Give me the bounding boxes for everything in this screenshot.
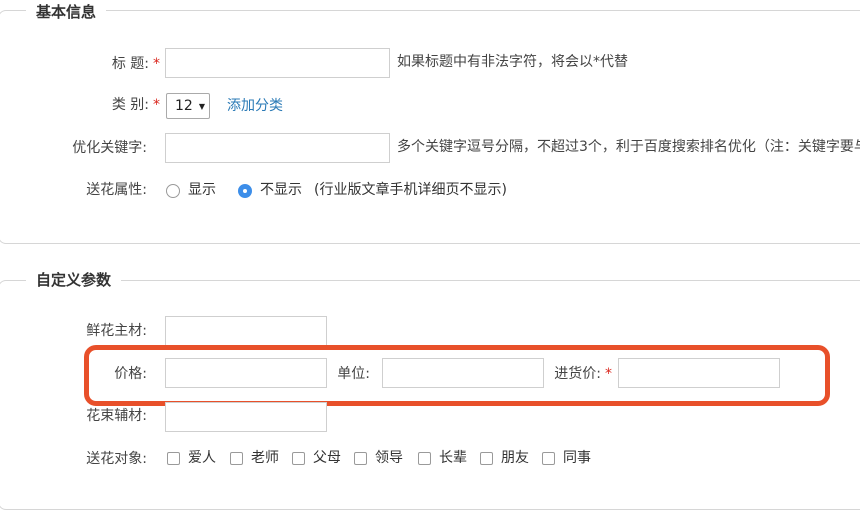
checkbox-friend[interactable] [480, 452, 493, 465]
title-label: 标 题: * [111, 56, 160, 72]
chevron-down-icon: ▼ [198, 101, 206, 111]
keywords-hint: 多个关键字逗号分隔，不超过3个，利于百度搜索排名优化（注：关键字要与 [397, 139, 860, 155]
basic-info-legend: 基本信息 [26, 2, 107, 22]
aux-material-input[interactable] [165, 402, 327, 432]
unit-input[interactable] [382, 358, 544, 388]
category-label: 类 别: * [111, 97, 160, 113]
checkbox-parents-label: 父母 [313, 450, 341, 466]
unit-label: 单位: [337, 366, 370, 382]
price-input[interactable] [165, 358, 327, 388]
radio-hide[interactable] [238, 184, 252, 198]
title-input[interactable] [165, 48, 390, 78]
checkbox-colleague[interactable] [542, 452, 555, 465]
basic-info-fieldset [0, 10, 860, 244]
checkbox-elder[interactable] [418, 452, 431, 465]
aux-material-label: 花束辅材: [86, 408, 147, 424]
recipient-label: 送花对象: [86, 451, 147, 467]
required-mark: * [153, 56, 160, 72]
checkbox-parents[interactable] [292, 452, 305, 465]
main-flower-input[interactable] [165, 316, 327, 346]
checkbox-teacher[interactable] [230, 452, 243, 465]
checkbox-leader[interactable] [354, 452, 367, 465]
checkbox-lover-label: 爱人 [188, 450, 216, 466]
flower-attr-note: (行业版文章手机详细页不显示) [314, 182, 507, 198]
add-category-link[interactable]: 添加分类 [227, 96, 283, 116]
purchase-price-label: 进货价: * [554, 366, 612, 382]
title-hint: 如果标题中有非法字符，将会以*代替 [397, 54, 628, 70]
checkbox-leader-label: 领导 [375, 450, 403, 466]
category-select-value: 12 [175, 98, 193, 114]
custom-params-legend: 自定义参数 [26, 270, 122, 290]
price-label: 价格: [114, 366, 147, 382]
checkbox-colleague-label: 同事 [563, 450, 591, 466]
required-mark: * [605, 366, 612, 382]
radio-hide-label: 不显示 [260, 182, 302, 198]
required-mark: * [153, 97, 160, 113]
radio-show[interactable] [166, 184, 180, 198]
checkbox-elder-label: 长辈 [439, 450, 467, 466]
checkbox-friend-label: 朋友 [501, 450, 529, 466]
keywords-input[interactable] [165, 133, 390, 163]
keywords-label: 优化关键字: [72, 140, 147, 156]
flower-attr-label: 送花属性: [86, 182, 147, 198]
main-flower-label: 鲜花主材: [86, 323, 147, 339]
radio-show-label: 显示 [188, 182, 216, 198]
checkbox-lover[interactable] [167, 452, 180, 465]
checkbox-teacher-label: 老师 [251, 450, 279, 466]
purchase-price-input[interactable] [618, 358, 780, 388]
category-select[interactable]: 12 ▼ [166, 93, 210, 119]
